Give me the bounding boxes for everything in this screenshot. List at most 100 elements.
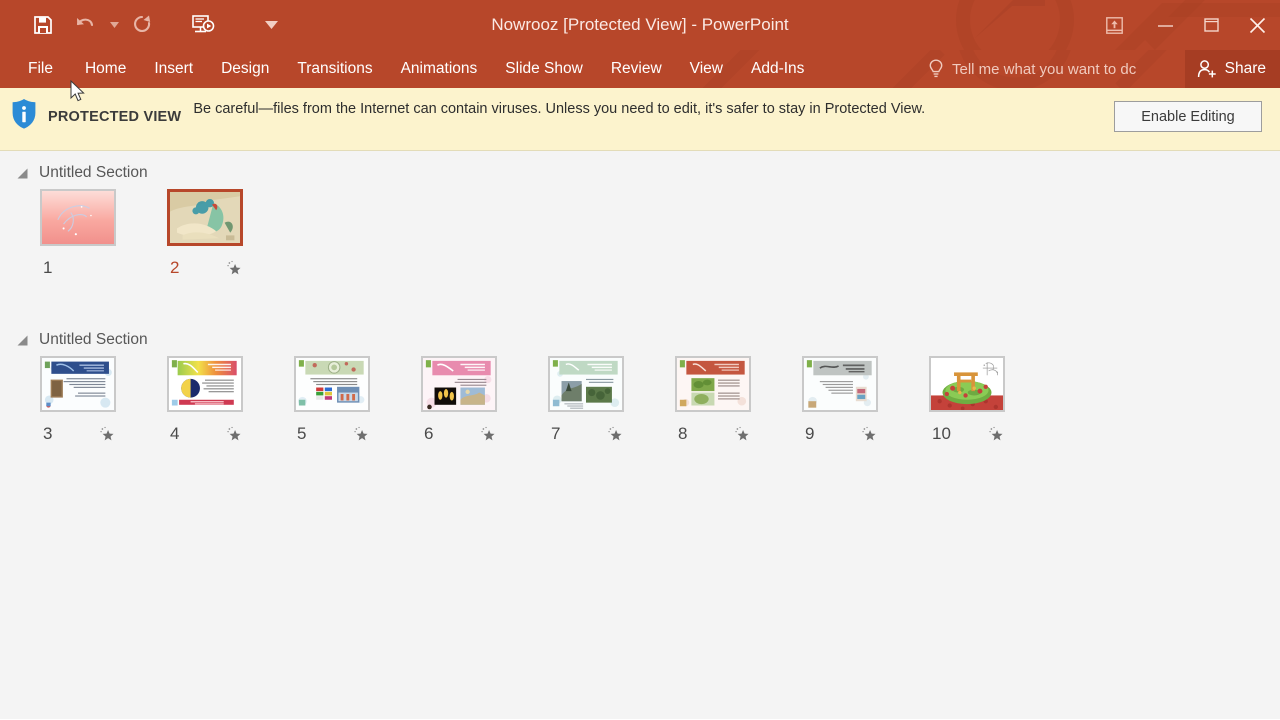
slide-4-frame[interactable] bbox=[167, 356, 243, 412]
slide-9-number: 9 bbox=[805, 424, 815, 443]
protected-view-message: Be careful—files from the Internet can c… bbox=[193, 101, 926, 117]
slide-thumbnail-3[interactable]: 3 bbox=[40, 356, 167, 444]
tab-animations[interactable]: Animations bbox=[387, 50, 492, 88]
slide-7-frame[interactable] bbox=[548, 356, 624, 412]
slide-9-preview bbox=[804, 358, 876, 410]
slide-2-meta: 2 bbox=[167, 258, 243, 278]
share-person-icon bbox=[1197, 60, 1216, 78]
animation-star-icon[interactable] bbox=[734, 426, 751, 443]
slide-thumbnail-9[interactable]: 9 bbox=[802, 356, 929, 444]
section-2-title: Untitled Section bbox=[39, 331, 148, 348]
customize-quick-access-button[interactable] bbox=[250, 5, 292, 45]
window-controls[interactable] bbox=[1086, 0, 1280, 50]
slide-8-preview bbox=[677, 358, 749, 410]
minimize-button[interactable] bbox=[1142, 5, 1188, 45]
slide-6-preview bbox=[423, 358, 495, 410]
animation-star-icon[interactable] bbox=[988, 426, 1005, 443]
slide-7-preview bbox=[550, 358, 622, 410]
tab-add-ins[interactable]: Add-Ins bbox=[737, 50, 818, 88]
slide-8-frame[interactable] bbox=[675, 356, 751, 412]
section-triangle-icon[interactable] bbox=[16, 167, 29, 180]
tab-design[interactable]: Design bbox=[207, 50, 283, 88]
tab-view[interactable]: View bbox=[676, 50, 737, 88]
slide-thumbnail-7[interactable]: 7 bbox=[548, 356, 675, 444]
slide-4-number: 4 bbox=[170, 424, 180, 443]
animation-star-icon[interactable] bbox=[226, 260, 243, 277]
section-1-thumbnails: 1 2 bbox=[0, 189, 1280, 278]
slide-1-number: 1 bbox=[43, 258, 53, 277]
slide-5-preview bbox=[296, 358, 368, 410]
slide-10-frame[interactable] bbox=[929, 356, 1005, 412]
slide-3-frame[interactable] bbox=[40, 356, 116, 412]
slide-3-preview bbox=[42, 358, 114, 410]
slide-thumbnail-2[interactable]: 2 bbox=[167, 189, 294, 278]
tab-home[interactable]: Home bbox=[71, 50, 140, 88]
section-1: Untitled Section 1 2 bbox=[0, 151, 1280, 278]
slide-1-preview bbox=[42, 191, 114, 244]
slide-thumbnail-10[interactable]: 10 bbox=[929, 356, 1056, 444]
tab-review[interactable]: Review bbox=[597, 50, 676, 88]
slide-2-preview bbox=[170, 192, 240, 243]
ribbon-display-options-icon[interactable] bbox=[1086, 5, 1142, 45]
undo-button[interactable] bbox=[64, 5, 106, 45]
enable-editing-button[interactable]: Enable Editing bbox=[1114, 101, 1262, 132]
protected-view-bar: PROTECTED VIEW Be careful—files from the… bbox=[0, 88, 1280, 151]
redo-button[interactable] bbox=[122, 5, 164, 45]
tab-insert[interactable]: Insert bbox=[140, 50, 207, 88]
info-shield-icon bbox=[0, 98, 48, 130]
slide-thumbnail-1[interactable]: 1 bbox=[40, 189, 167, 278]
slide-6-number: 6 bbox=[424, 424, 434, 443]
share-button[interactable]: Share bbox=[1184, 50, 1280, 88]
tab-transitions[interactable]: Transitions bbox=[283, 50, 386, 88]
slide-thumbnail-4[interactable]: 4 bbox=[167, 356, 294, 444]
slide-10-preview bbox=[931, 358, 1003, 410]
animation-star-icon[interactable] bbox=[353, 426, 370, 443]
slide-sorter-pane[interactable]: Untitled Section 1 2 Untitled Section 3 … bbox=[0, 151, 1280, 719]
slide-9-meta: 9 bbox=[802, 424, 878, 444]
slide-8-number: 8 bbox=[678, 424, 688, 443]
section-2-header[interactable]: Untitled Section bbox=[0, 318, 1280, 356]
tab-slide-show[interactable]: Slide Show bbox=[491, 50, 597, 88]
slide-5-number: 5 bbox=[297, 424, 307, 443]
animation-star-icon[interactable] bbox=[607, 426, 624, 443]
restore-button[interactable] bbox=[1188, 5, 1234, 45]
animation-star-icon[interactable] bbox=[226, 426, 243, 443]
slide-3-number: 3 bbox=[43, 424, 53, 443]
animation-star-icon[interactable] bbox=[480, 426, 497, 443]
quick-access-toolbar[interactable] bbox=[0, 0, 292, 50]
slide-10-meta: 10 bbox=[929, 424, 1005, 444]
ribbon-tabs[interactable]: File Home Insert Design Transitions Anim… bbox=[0, 50, 818, 88]
slide-4-meta: 4 bbox=[167, 424, 243, 444]
tell-me-search[interactable]: Tell me what you want to dc bbox=[928, 50, 1190, 88]
tell-me-placeholder-text: Tell me what you want to dc bbox=[952, 60, 1137, 78]
slide-2-frame[interactable] bbox=[167, 189, 243, 246]
undo-dropdown-caret-icon[interactable] bbox=[106, 5, 122, 45]
section-2-thumbnails: 3 4 5 6 7 8 9 10 bbox=[0, 356, 1280, 444]
slide-6-frame[interactable] bbox=[421, 356, 497, 412]
slide-10-number: 10 bbox=[932, 424, 951, 443]
protected-view-badge: PROTECTED VIEW bbox=[48, 109, 182, 125]
slide-2-number: 2 bbox=[170, 258, 180, 277]
slide-1-meta: 1 bbox=[40, 258, 116, 278]
slide-7-meta: 7 bbox=[548, 424, 624, 444]
slide-8-meta: 8 bbox=[675, 424, 751, 444]
lightbulb-icon bbox=[929, 59, 943, 78]
slide-5-frame[interactable] bbox=[294, 356, 370, 412]
tab-file[interactable]: File bbox=[28, 50, 71, 88]
slide-thumbnail-8[interactable]: 8 bbox=[675, 356, 802, 444]
slide-thumbnail-5[interactable]: 5 bbox=[294, 356, 421, 444]
start-slideshow-button[interactable] bbox=[182, 5, 224, 45]
animation-star-icon[interactable] bbox=[99, 426, 116, 443]
share-label: Share bbox=[1224, 60, 1266, 77]
section-1-header[interactable]: Untitled Section bbox=[0, 151, 1280, 189]
ribbon-tab-strip: File Home Insert Design Transitions Anim… bbox=[0, 50, 1280, 88]
animation-star-icon[interactable] bbox=[861, 426, 878, 443]
slide-7-number: 7 bbox=[551, 424, 561, 443]
slide-6-meta: 6 bbox=[421, 424, 497, 444]
close-button[interactable] bbox=[1234, 5, 1280, 45]
save-button[interactable] bbox=[22, 5, 64, 45]
section-triangle-icon[interactable] bbox=[16, 334, 29, 347]
slide-thumbnail-6[interactable]: 6 bbox=[421, 356, 548, 444]
slide-9-frame[interactable] bbox=[802, 356, 878, 412]
slide-1-frame[interactable] bbox=[40, 189, 116, 246]
